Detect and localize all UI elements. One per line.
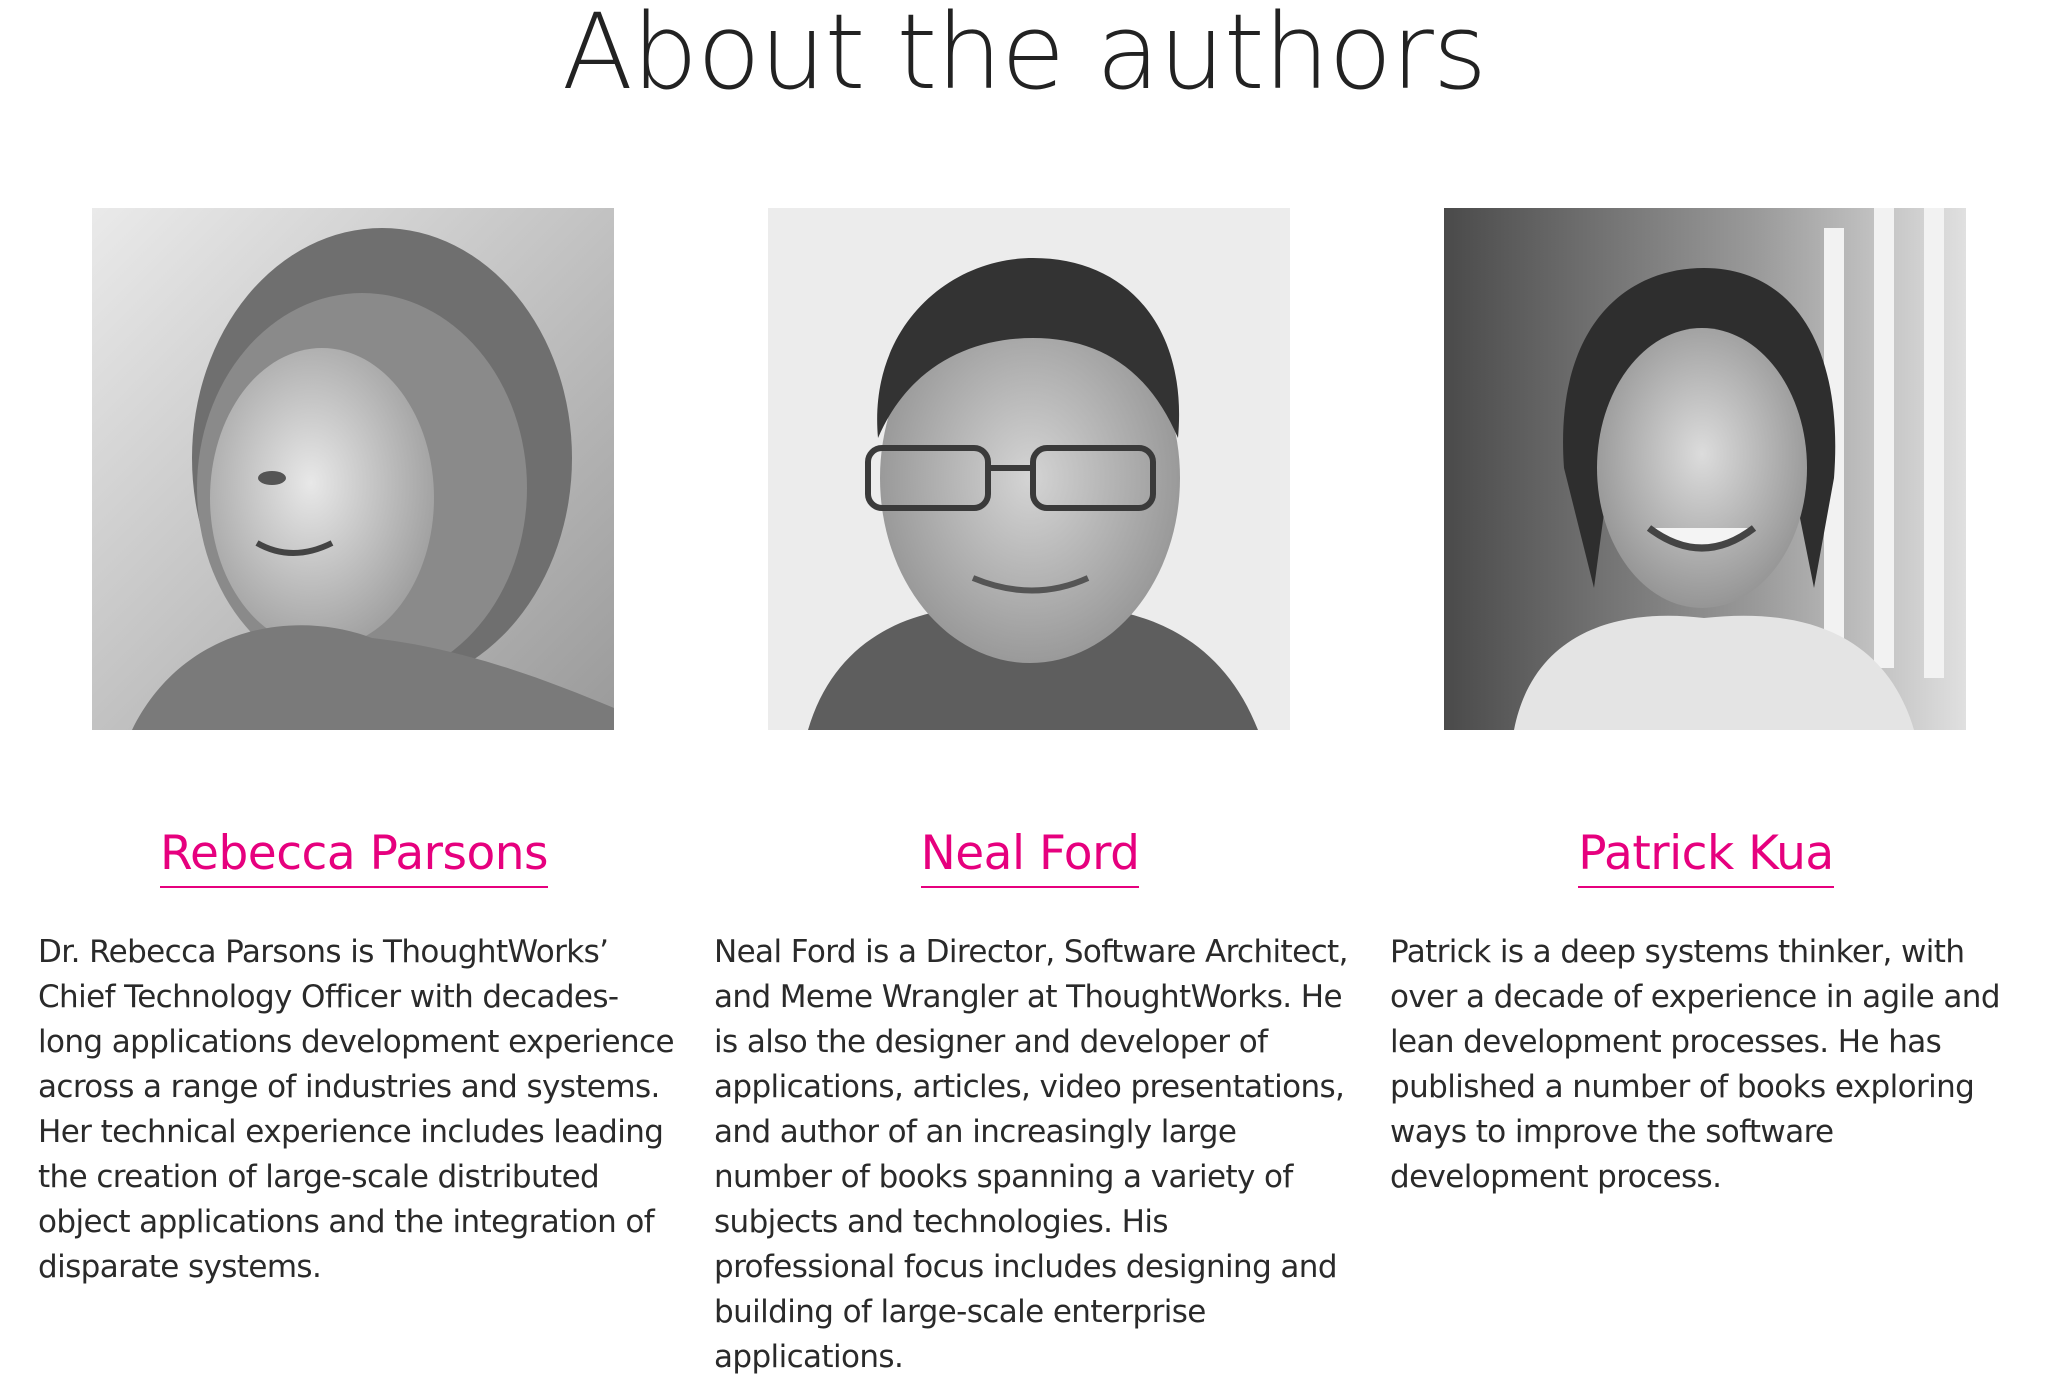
author-photo-patrick-kua [1444,208,1966,730]
author-card-rebecca-parsons: Rebecca Parsons Dr. Rebecca Parsons is T… [38,208,678,1290]
author-photo-rebecca-parsons [92,208,614,730]
author-bio: Neal Ford is a Director, Software Archit… [714,934,1348,1375]
page-title: About the authors [561,0,1487,113]
author-bio: Dr. Rebecca Parsons is ThoughtWorks’ Chi… [38,934,675,1285]
author-card-patrick-kua: Patrick Kua Patrick is a deep systems th… [1390,208,2030,1200]
author-name-link[interactable]: Neal Ford [920,826,1140,888]
portrait-icon [768,208,1290,730]
author-photo-neal-ford [768,208,1290,730]
author-name-link[interactable]: Patrick Kua [1578,826,1834,888]
portrait-icon [92,208,614,730]
author-name-link[interactable]: Rebecca Parsons [159,826,549,888]
author-card-neal-ford: Neal Ford Neal Ford is a Director, Softw… [714,208,1354,1380]
portrait-icon [1444,208,1966,730]
author-bio: Patrick is a deep systems thinker, with … [1390,934,2001,1195]
